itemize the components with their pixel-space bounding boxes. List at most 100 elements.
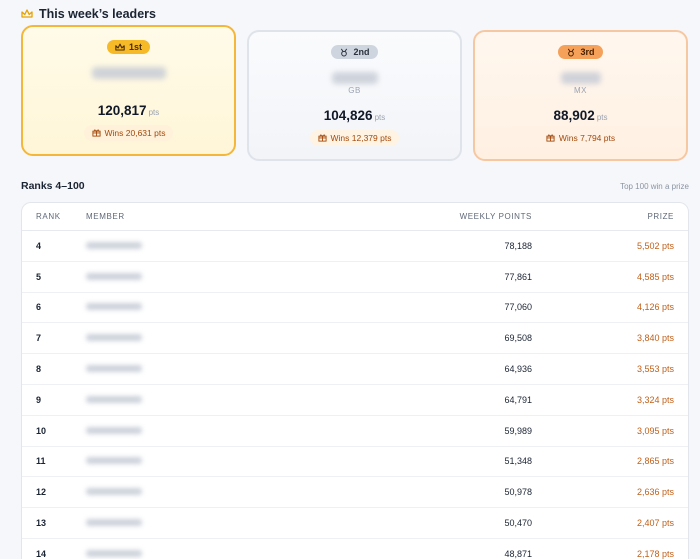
row-weekly-points: 50,978 xyxy=(504,487,532,498)
gift-icon xyxy=(91,129,101,137)
member-name-redacted xyxy=(331,71,378,84)
medal-icon xyxy=(341,48,348,57)
table-row[interactable]: 5 77,861 4,585 pts xyxy=(22,262,688,293)
table-header: RANK MEMBER WEEKLY POINTS PRIZE xyxy=(22,203,688,231)
table-row[interactable]: 10 59,989 3,095 pts xyxy=(22,416,688,447)
row-rank: 14 xyxy=(36,548,47,559)
member-name-redacted xyxy=(86,395,142,403)
wins-label: Wins 12,379 pts xyxy=(330,132,392,143)
row-prize: 3,553 pts xyxy=(636,364,674,375)
rank-badge-label: 3rd xyxy=(580,47,595,57)
row-member xyxy=(86,426,372,436)
member-points: 88,902 pts xyxy=(475,108,686,123)
member-name-redacted xyxy=(86,334,142,342)
wins-pill: Wins 20,631 pts xyxy=(83,124,174,141)
row-weekly-points: 51,348 xyxy=(504,456,532,467)
row-member xyxy=(86,241,372,251)
table-row[interactable]: 7 69,508 3,840 pts xyxy=(22,323,688,355)
points-unit: pts xyxy=(596,112,608,122)
column-weekly-points[interactable]: WEEKLY POINTS xyxy=(372,212,532,221)
member-points: 120,817 pts xyxy=(23,103,234,118)
points-unit: pts xyxy=(374,112,386,122)
ranks-title: Ranks 4–100 xyxy=(21,180,85,192)
table-row[interactable]: 13 50,470 2,407 pts xyxy=(22,508,688,539)
row-rank: 9 xyxy=(36,394,42,405)
member-name-redacted xyxy=(86,488,142,496)
table-row[interactable]: 8 64,936 3,553 pts xyxy=(22,354,688,385)
member-name-redacted xyxy=(86,426,142,434)
wins-pill: Wins 12,379 pts xyxy=(309,129,400,146)
table-body: 4 78,188 5,502 pts 5 77,861 4,585 pts 6 77,060 4… xyxy=(22,231,688,559)
row-weekly-points: 64,791 xyxy=(504,394,532,405)
row-member xyxy=(86,549,372,559)
row-weekly-points: 77,060 xyxy=(504,302,532,313)
wins-label: Wins 7,794 pts xyxy=(558,132,616,143)
row-rank: 6 xyxy=(36,302,42,313)
row-member xyxy=(86,487,372,497)
gift-icon xyxy=(546,134,555,142)
member-name-redacted xyxy=(86,549,142,557)
row-rank: 5 xyxy=(36,271,42,282)
row-member xyxy=(86,518,372,528)
table-row[interactable]: 4 78,188 5,502 pts xyxy=(22,231,688,262)
ranks-hint: Top 100 win a prize xyxy=(620,182,689,191)
podium-card-first[interactable]: 1st 120,817 pts Wins 20,631 pts xyxy=(21,25,236,156)
member-name-redacted xyxy=(86,272,142,280)
member-country: MX xyxy=(574,85,587,95)
row-rank: 4 xyxy=(36,240,42,251)
row-weekly-points: 78,188 xyxy=(504,240,532,251)
row-member xyxy=(86,302,372,312)
leaders-title: This week’s leaders xyxy=(39,7,156,21)
leaders-header: This week’s leaders xyxy=(21,7,156,21)
row-prize: 3,840 pts xyxy=(636,333,674,344)
member-name-redacted xyxy=(91,66,166,79)
column-rank[interactable]: RANK xyxy=(22,212,86,221)
row-rank: 10 xyxy=(36,425,47,436)
rank-badge-label: 2nd xyxy=(353,47,370,57)
row-prize: 3,095 pts xyxy=(636,425,674,436)
member-name-redacted xyxy=(86,241,142,249)
wins-pill: Wins 7,794 pts xyxy=(537,129,624,146)
member-points: 104,826 pts xyxy=(249,108,460,123)
points-value: 88,902 xyxy=(553,107,595,123)
rank-badge-label: 1st xyxy=(128,42,142,52)
table-row[interactable]: 6 77,060 4,126 pts xyxy=(22,293,688,324)
row-prize: 2,865 pts xyxy=(636,456,674,467)
gift-icon xyxy=(317,134,327,142)
column-member[interactable]: MEMBER xyxy=(86,212,372,221)
podium-card-second[interactable]: 2nd GB 104,826 pts Wins 12,379 pts xyxy=(247,30,462,161)
member-country: GB xyxy=(348,85,361,95)
row-weekly-points: 77,861 xyxy=(504,271,532,282)
member-name-redacted xyxy=(86,365,142,373)
row-member xyxy=(86,456,372,466)
member-country xyxy=(23,81,234,91)
row-prize: 5,502 pts xyxy=(636,240,674,251)
table-row[interactable]: 12 50,978 2,636 pts xyxy=(22,477,688,509)
row-weekly-points: 50,470 xyxy=(504,518,532,529)
table-row[interactable]: 11 51,348 2,865 pts xyxy=(22,447,688,478)
points-value: 104,826 xyxy=(323,107,373,123)
row-rank: 13 xyxy=(36,518,47,529)
row-rank: 11 xyxy=(36,456,46,467)
row-prize: 2,178 pts xyxy=(636,548,674,559)
row-member xyxy=(86,364,372,374)
row-rank: 12 xyxy=(36,487,47,498)
crown-icon xyxy=(115,43,125,51)
row-member xyxy=(86,333,372,343)
ranks-table: RANK MEMBER WEEKLY POINTS PRIZE 4 78,188 5… xyxy=(21,202,689,559)
row-rank: 8 xyxy=(36,364,42,375)
podium-card-third[interactable]: 3rd MX 88,902 pts Wins 7,794 pts xyxy=(473,30,688,161)
member-name-redacted xyxy=(86,303,142,311)
wins-label: Wins 20,631 pts xyxy=(104,127,166,138)
row-weekly-points: 59,989 xyxy=(504,425,532,436)
crown-icon xyxy=(21,9,33,18)
column-prize[interactable]: PRIZE xyxy=(532,212,688,221)
table-row[interactable]: 14 48,871 2,178 pts xyxy=(22,539,688,559)
table-row[interactable]: 9 64,791 3,324 pts xyxy=(22,385,688,416)
row-member xyxy=(86,395,372,405)
row-weekly-points: 64,936 xyxy=(504,364,532,375)
row-prize: 2,407 pts xyxy=(636,518,674,529)
row-prize: 4,126 pts xyxy=(636,302,674,313)
member-name-redacted xyxy=(86,457,142,465)
row-prize: 3,324 pts xyxy=(636,394,674,405)
